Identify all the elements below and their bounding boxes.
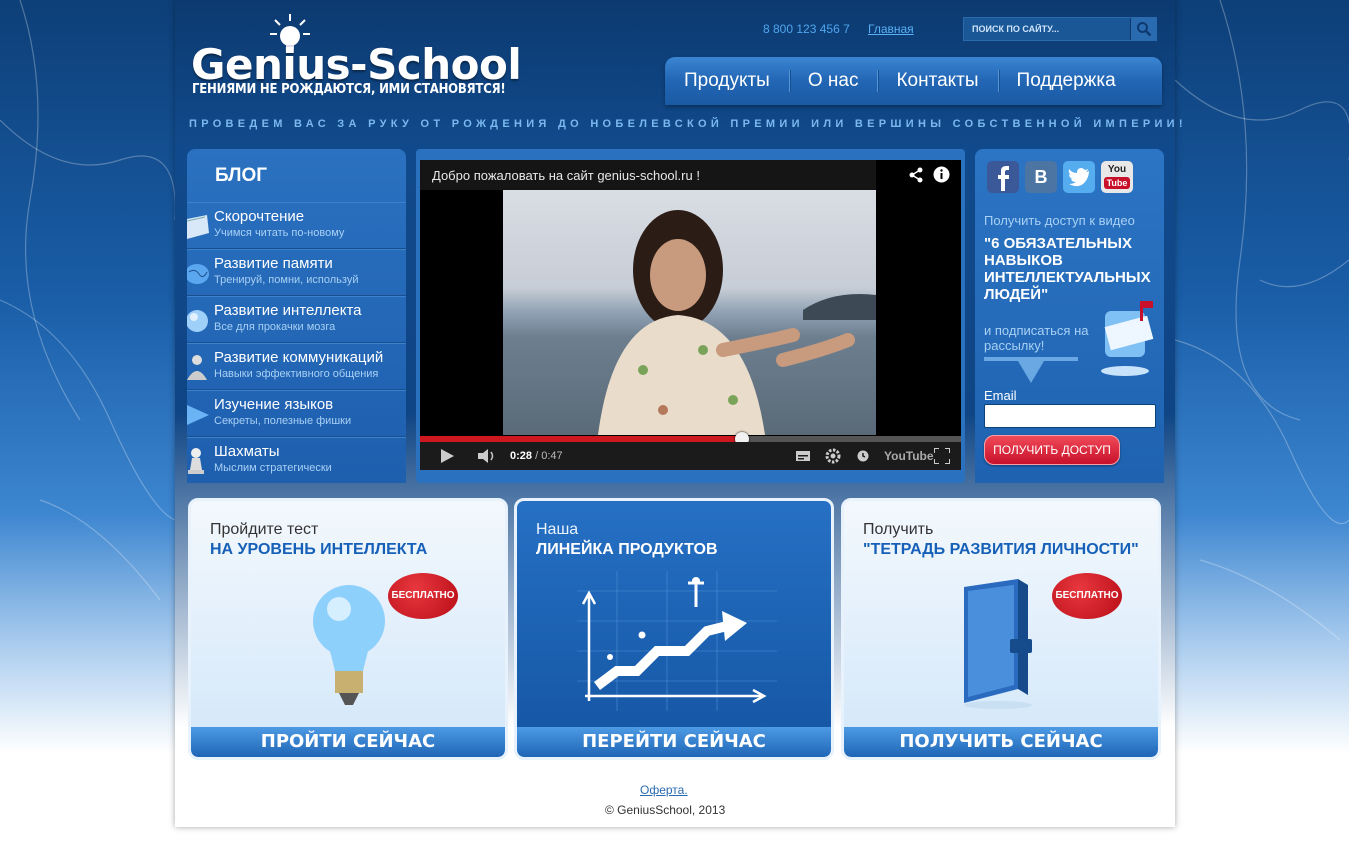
growth-chart-icon [577, 571, 777, 711]
fullscreen-icon[interactable] [934, 448, 950, 464]
twitter-icon[interactable] [1063, 161, 1095, 193]
search-icon [1136, 22, 1151, 37]
blog-item-label: Скорочтение [214, 208, 305, 225]
free-badge: БЕСПЛАТНО [1052, 573, 1122, 619]
video-time-current: 0:28 [510, 450, 533, 462]
video-title[interactable]: Добро пожаловать на сайт genius-school.r… [432, 168, 700, 183]
youtube-icon-label: You [1107, 164, 1127, 175]
presenter-image [598, 210, 876, 435]
blog-item-communication[interactable]: Развитие коммуникаций Навыки эффективног… [187, 343, 406, 390]
chess-pawn-icon [188, 448, 204, 474]
signup-panel: B You Tube Получить доступ к видео "6 ОБ… [975, 149, 1164, 483]
blog-item-label: Развитие коммуникаций [214, 349, 384, 366]
video-title-bar: Добро пожаловать на сайт genius-school.r… [420, 160, 876, 190]
phone-number: 8 800 123 456 7 [763, 22, 850, 36]
people-icon [187, 355, 207, 380]
take-test-button[interactable]: ПРОЙТИ СЕЙЧАС [191, 727, 505, 757]
sphere-icon [187, 310, 208, 332]
video-frame: Добро пожаловать на сайт genius-school.r… [416, 149, 965, 483]
video-frame-image [503, 190, 876, 435]
nav-item-contacts[interactable]: Контакты [877, 68, 997, 94]
brain-icon [187, 264, 209, 284]
card-intellect-test[interactable]: БЕСПЛАТНО Пройдите тест НА УРОВЕНЬ ИНТЕЛ… [188, 498, 508, 760]
youtube-logo[interactable]: YouTube [884, 449, 934, 463]
go-now-button[interactable]: ПЕРЕЙТИ СЕЙЧАС [517, 727, 831, 757]
main-nav: Продукты О нас Контакты Поддержка [665, 57, 1162, 105]
play-arrow-icon [187, 405, 209, 425]
search-box [963, 17, 1157, 41]
video-controls: 0:28 / 0:47 YouTube [420, 442, 961, 470]
signup-pretext: Получить доступ к видео [984, 213, 1135, 228]
watch-later-icon[interactable] [857, 450, 869, 462]
card-title: ЛИНЕЙКА ПРОДУКТОВ [536, 541, 718, 558]
lightbulb-icon [313, 585, 385, 705]
card-pretext: Наша [536, 521, 579, 538]
video-time: 0:28 / 0:47 [510, 450, 563, 462]
blog-item-memory[interactable]: Развитие памяти Тренируй, помни, использ… [187, 249, 406, 296]
get-access-button[interactable]: ПОЛУЧИТЬ ДОСТУП [984, 435, 1120, 465]
volume-icon[interactable] [478, 448, 498, 464]
card-pretext: Пройдите тест [210, 521, 319, 538]
youtube-icon[interactable]: You Tube [1101, 161, 1133, 193]
blog-item-speed-reading[interactable]: Скорочтение Учимся читать по-новому [187, 202, 406, 249]
blog-item-subtitle: Секреты, полезные фишки [214, 415, 352, 427]
blog-item-label: Развитие памяти [214, 255, 333, 272]
captions-icon[interactable] [796, 451, 810, 461]
blog-item-languages[interactable]: Изучение языков Секреты, полезные фишки [187, 390, 406, 437]
card-title: "ТЕТРАДЬ РАЗВИТИЯ ЛИЧНОСТИ" [863, 541, 1139, 558]
search-input[interactable] [964, 18, 1130, 40]
blog-item-label: Развитие интеллекта [214, 302, 362, 319]
facebook-icon[interactable] [987, 161, 1019, 193]
logo-subtitle: ГЕНИЯМИ НЕ РОЖДАЮТСЯ, ИМИ СТАНОВЯТСЯ! [192, 82, 506, 97]
email-field[interactable] [984, 404, 1156, 428]
youtube-icon-label: Tube [1104, 177, 1130, 189]
card-personal-notebook[interactable]: БЕСПЛАТНО Получить "ТЕТРАДЬ РАЗВИТИЯ ЛИЧ… [841, 498, 1161, 760]
notebook-icon [964, 579, 1032, 709]
card-title: НА УРОВЕНЬ ИНТЕЛЛЕКТА [210, 541, 428, 558]
vkontakte-icon[interactable]: B [1025, 161, 1057, 193]
card-product-line[interactable]: Наша ЛИНЕЙКА ПРОДУКТОВ ПЕРЕЙТИ СЕЙЧАС [514, 498, 834, 760]
nav-item-about[interactable]: О нас [788, 68, 878, 94]
card-pretext: Получить [863, 521, 934, 538]
free-badge: БЕСПЛАТНО [388, 573, 458, 619]
tagline: ПРОВЕДЕМ ВАС ЗА РУКУ ОТ РОЖДЕНИЯ ДО НОБЕ… [189, 118, 1187, 130]
blog-item-subtitle: Навыки эффективного общения [214, 368, 379, 380]
page-container: Genius-School ГЕНИЯМИ НЕ РОЖДАЮТСЯ, ИМИ … [175, 0, 1183, 827]
blog-item-subtitle: Все для прокачки мозга [214, 321, 336, 333]
gear-icon[interactable] [825, 448, 841, 464]
offer-link[interactable]: Оферта. [640, 783, 688, 797]
get-now-button[interactable]: ПОЛУЧИТЬ СЕЙЧАС [844, 727, 1158, 757]
email-label: Email [984, 388, 1017, 403]
info-icon[interactable] [933, 166, 950, 183]
signup-headline: "6 ОБЯЗАТЕЛЬНЫХ НАВЫКОВ ИНТЕЛЛЕКТУАЛЬНЫХ… [984, 235, 1151, 303]
blog-panel: БЛОГ Скорочтение Учимся читать по-новому… [187, 149, 406, 483]
nav-item-support[interactable]: Поддержка [997, 68, 1135, 94]
share-icon[interactable] [908, 167, 924, 183]
copyright: © GeniusSchool, 2013 [605, 803, 726, 817]
book-icon [187, 215, 209, 239]
arrow-down-icon [984, 357, 1078, 383]
blog-item-label: Изучение языков [214, 396, 334, 413]
blog-item-chess[interactable]: Шахматы Мыслим стратегически [187, 437, 406, 483]
video-player[interactable]: Добро пожаловать на сайт genius-school.r… [420, 160, 961, 470]
blog-item-subtitle: Мыслим стратегически [214, 462, 332, 474]
blog-item-intellect[interactable]: Развитие интеллекта Все для прокачки моз… [187, 296, 406, 343]
signup-subtext: и подписаться на рассылку! [984, 323, 1089, 353]
blog-item-label: Шахматы [214, 443, 280, 460]
blog-item-subtitle: Учимся читать по-новому [214, 227, 345, 239]
mailbox-icon [1101, 301, 1154, 376]
video-time-total: / 0:47 [532, 450, 563, 462]
blog-title: БЛОГ [215, 165, 268, 186]
play-icon[interactable] [440, 449, 454, 463]
search-button[interactable] [1130, 18, 1156, 40]
blog-item-subtitle: Тренируй, помни, используй [214, 274, 359, 286]
nav-item-products[interactable]: Продукты [665, 68, 789, 94]
home-link[interactable]: Главная [868, 22, 914, 36]
